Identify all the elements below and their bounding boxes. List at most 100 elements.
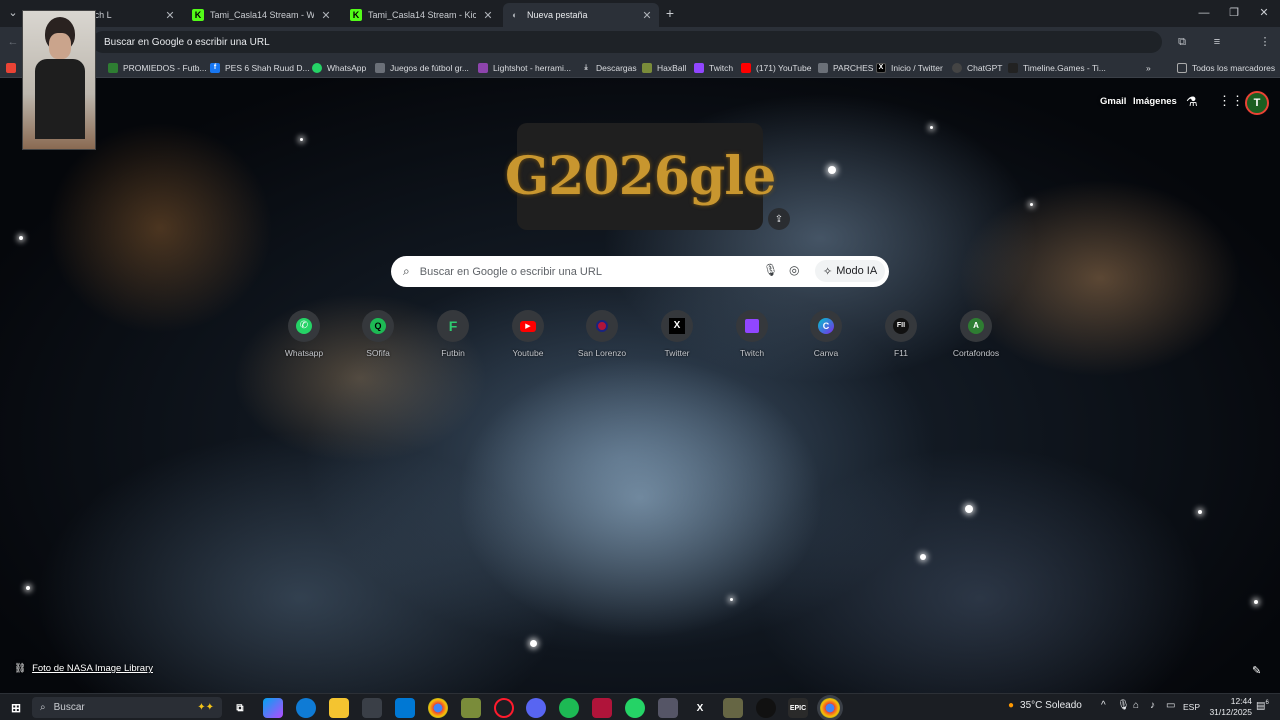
copilot-icon[interactable] (263, 698, 283, 718)
language-indicator[interactable]: ESP (1183, 702, 1200, 712)
shortcut-cortafondos[interactable]: A Cortafondos (940, 310, 1012, 358)
edge-icon[interactable] (296, 698, 316, 718)
whatsapp-icon[interactable] (625, 698, 645, 718)
share-doodle-button[interactable]: ⇪ (768, 208, 790, 230)
shortcut-label: Futbin (441, 348, 465, 358)
tab-title: Nueva pestaña (527, 10, 588, 20)
shortcut-san-lorenzo[interactable]: San Lorenzo (566, 310, 638, 358)
bookmark-twitch[interactable]: Twitch (694, 60, 733, 75)
close-icon[interactable]: ✕ (482, 9, 494, 22)
file-explorer-icon[interactable] (329, 698, 349, 718)
sparkle-icon: ✦✦ (197, 702, 214, 713)
google-doodle[interactable]: G2026gle (505, 123, 776, 230)
tab-search-chevron-icon[interactable]: ⌄ (6, 6, 20, 20)
images-link[interactable]: Imágenes (1133, 96, 1177, 107)
apps-icon[interactable] (6, 60, 21, 75)
shortcut-f11[interactable]: FII F11 (865, 310, 937, 358)
clock-date: 31/12/2025 (1209, 707, 1252, 717)
tab-strip: ⌄ Stream - Watch L ✕ K Tami_Casla14 Stre… (0, 0, 1280, 27)
photo-credit-link[interactable]: ⛓ Foto de NASA Image Library (14, 663, 153, 674)
bookmark-label: PROMIEDOS - Futb... (123, 62, 207, 73)
shortcut-canva[interactable]: C Canva (790, 310, 862, 358)
windows-start-icon[interactable]: ⊞ (6, 698, 26, 718)
microphone-icon[interactable]: 🎙 (763, 263, 778, 277)
game-icon[interactable] (658, 698, 678, 718)
minimize-button[interactable]: — (1197, 6, 1211, 20)
shortcut-sofifa[interactable]: Q SOfifa (342, 310, 414, 358)
close-icon[interactable]: ✕ (320, 9, 332, 22)
menu-icon[interactable]: ⋮ (1258, 35, 1272, 49)
bookmark-timeline[interactable]: Timeline.Games - Ti... (1008, 60, 1106, 75)
system-tray-chevron-icon[interactable]: ^ (1101, 700, 1106, 711)
x-icon[interactable]: X (690, 698, 710, 718)
bookmark-lightshot[interactable]: Lightshot - herrami... (478, 60, 571, 75)
steam-icon[interactable] (756, 698, 776, 718)
discord-icon[interactable] (526, 698, 546, 718)
address-bar[interactable]: Buscar en Google o escribir una URL (92, 31, 1162, 53)
ai-mode-button[interactable]: ✧ Modo IA (815, 260, 886, 282)
bookmarks-overflow-button[interactable]: » (1146, 60, 1151, 75)
all-bookmarks-button[interactable]: Todos los marcadores (1177, 60, 1275, 75)
spotify-icon[interactable] (559, 698, 579, 718)
microphone-icon[interactable]: 🎙 (1117, 700, 1130, 711)
chrome-icon[interactable] (428, 698, 448, 718)
star (930, 126, 933, 129)
bookmark-chatgpt[interactable]: ChatGPT (952, 60, 1002, 75)
close-window-button[interactable]: ✕ (1257, 6, 1271, 20)
extensions-icon[interactable]: ⧉ (1175, 35, 1189, 49)
search-box[interactable]: ⌕ Buscar en Google o escribir una URL 🎙 … (391, 256, 889, 287)
epic-games-icon[interactable]: EPIC (788, 698, 808, 718)
volume-icon[interactable]: ♪ (1150, 700, 1155, 711)
gmail-link[interactable]: Gmail (1100, 96, 1126, 107)
account-avatar[interactable]: T (1245, 91, 1269, 115)
bookmark-twitter[interactable]: X Inicio / Twitter (876, 60, 943, 75)
battery-icon[interactable]: ▭ (1166, 700, 1175, 711)
tab-3[interactable]: K Tami_Casla14 Stream - Kick Da ✕ (344, 3, 500, 27)
bookmark-haxball[interactable]: HaxBall (642, 60, 686, 75)
close-icon[interactable]: ✕ (164, 9, 176, 22)
whatsapp-icon (312, 62, 322, 73)
tab-2[interactable]: K Tami_Casla14 Stream - Watch L ✕ (186, 3, 338, 27)
labs-flask-icon[interactable]: ⚗ (1186, 94, 1198, 110)
lens-camera-icon[interactable]: ◎ (789, 263, 799, 277)
f11-icon: FII (885, 310, 917, 342)
weather-widget[interactable]: ● 35°C Soleado (1008, 700, 1082, 711)
twitch-icon (694, 62, 704, 73)
bookmark-whatsapp[interactable]: WhatsApp (312, 60, 366, 75)
customize-pencil-icon[interactable]: ✎ (1252, 664, 1261, 677)
chrome-active-icon[interactable] (820, 698, 840, 718)
bookmark-parches[interactable]: PARCHES (818, 60, 873, 75)
feather-icon (478, 62, 488, 73)
san-lorenzo-icon[interactable] (592, 698, 612, 718)
bookmark-juegos[interactable]: Juegos de fútbol gr... (375, 60, 469, 75)
notifications-icon[interactable]: ▤6 (1256, 700, 1269, 711)
apps-grid-icon[interactable]: ⋮⋮ (1218, 93, 1244, 109)
kick-icon: K (350, 9, 362, 21)
haxball-icon[interactable] (461, 698, 481, 718)
shortcut-twitch[interactable]: Twitch (716, 310, 788, 358)
bookmark-descargas[interactable]: ⤓ Descargas (581, 60, 636, 75)
bookmark-youtube[interactable]: (171) YouTube (741, 60, 811, 75)
taskbar-search-box[interactable]: ⌕ Buscar ✦✦ (32, 697, 222, 718)
shortcut-whatsapp[interactable]: ✆ Whatsapp (268, 310, 340, 358)
clock[interactable]: 12:44 31/12/2025 (1200, 696, 1252, 718)
close-icon[interactable]: ✕ (641, 9, 653, 22)
shortcut-youtube[interactable]: ▶ Youtube (492, 310, 564, 358)
whatsapp-icon: ✆ (288, 310, 320, 342)
bookmark-pes6[interactable]: f PES 6 Shah Ruud D... (210, 60, 310, 75)
back-icon[interactable]: ← (6, 35, 20, 49)
new-tab-button[interactable]: + (663, 6, 677, 20)
shortcut-futbin[interactable]: F Futbin (417, 310, 489, 358)
outlook-icon[interactable] (395, 698, 415, 718)
tab-4-active[interactable]: ◐ Nueva pestaña ✕ (503, 3, 659, 27)
network-icon[interactable]: ⌂ (1133, 700, 1139, 711)
task-view-icon[interactable]: ⧉ (230, 698, 250, 718)
opera-icon[interactable] (494, 698, 514, 718)
bookmark-promiedos[interactable]: PROMIEDOS - Futb... (108, 60, 207, 75)
microsoft-store-icon[interactable] (362, 698, 382, 718)
media-icon[interactable]: ≡ (1210, 35, 1224, 49)
game-icon[interactable] (723, 698, 743, 718)
restore-button[interactable]: ❐ (1227, 6, 1241, 20)
webcam-overlay (22, 10, 96, 150)
shortcut-twitter[interactable]: X Twitter (641, 310, 713, 358)
